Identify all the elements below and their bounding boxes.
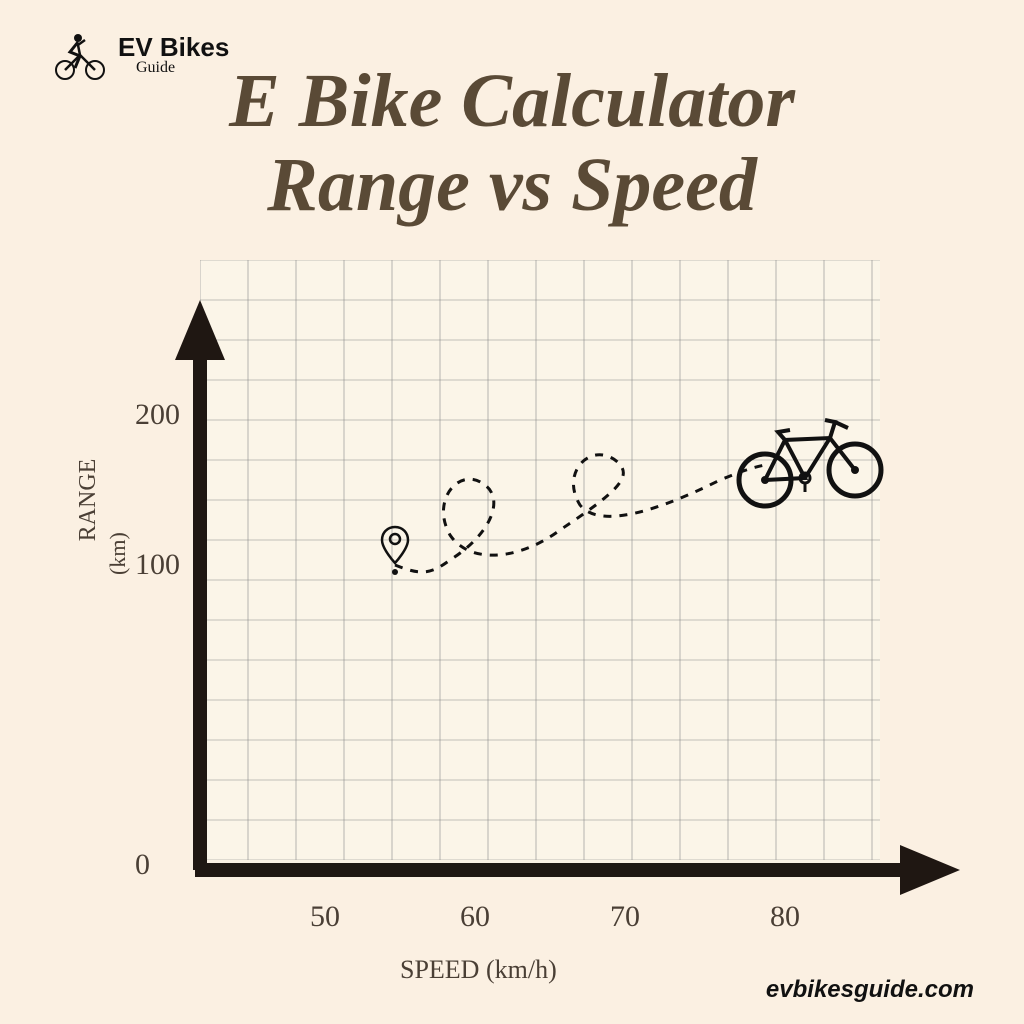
y-axis-label: RANGE <box>75 440 102 560</box>
bike-icon <box>730 410 890 515</box>
start-pin-icon <box>380 525 410 570</box>
x-axis-label: SPEED (km/h) <box>400 955 557 985</box>
chart-grid <box>200 260 880 860</box>
footer-url: evbikesguide.com <box>766 976 974 1004</box>
x-tick-2: 70 <box>610 900 640 934</box>
title-line-1: E Bike Calculator <box>0 60 1024 144</box>
y-tick-0: 0 <box>135 848 150 882</box>
x-tick-1: 60 <box>460 900 490 934</box>
x-tick-3: 80 <box>770 900 800 934</box>
title-line-2: Range vs Speed <box>0 144 1024 228</box>
chart-plot-area <box>200 260 880 860</box>
y-tick-2: 200 <box>135 398 180 432</box>
y-tick-1: 100 <box>135 548 180 582</box>
x-tick-0: 50 <box>310 900 340 934</box>
page-title: E Bike Calculator Range vs Speed <box>0 60 1024 227</box>
logo-title: EV Bikes <box>118 34 229 60</box>
y-axis-unit: (km) <box>105 532 131 575</box>
